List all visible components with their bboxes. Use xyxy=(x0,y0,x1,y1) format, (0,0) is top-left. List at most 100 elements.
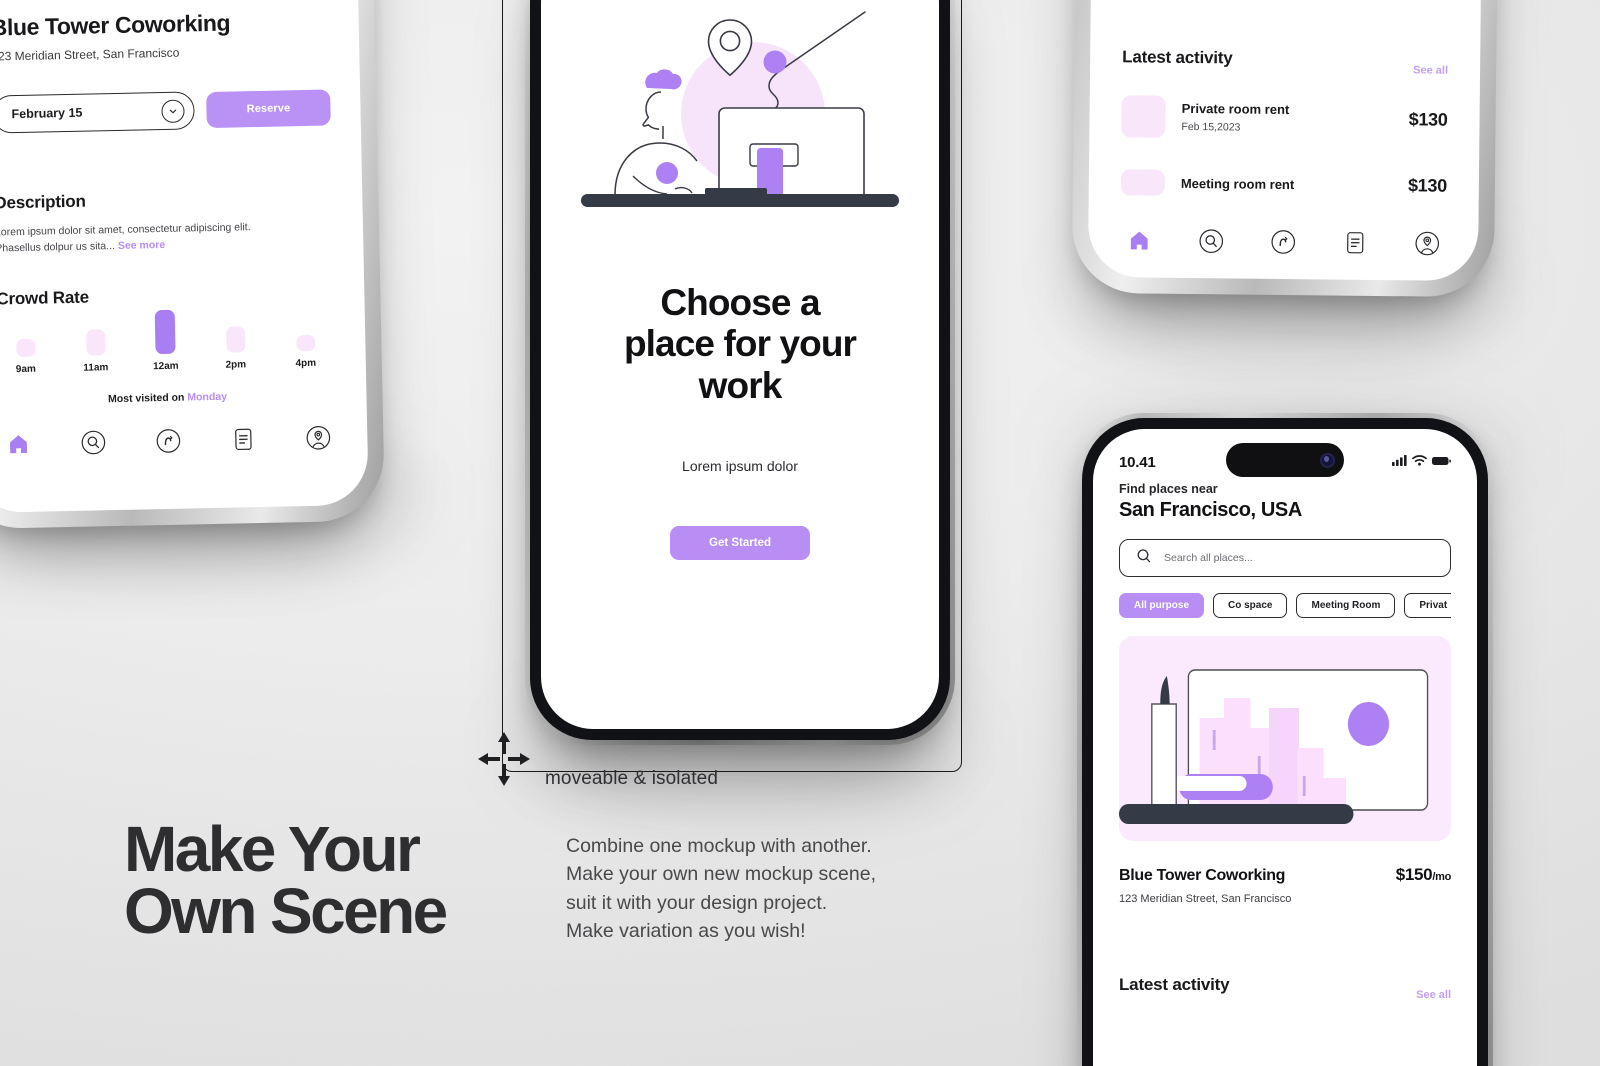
body-line-2: Make your own new mockup scene, xyxy=(566,863,876,886)
crowd-bar-label: 9am xyxy=(15,363,36,375)
venue-address: 123 Meridian Street, San Francisco xyxy=(0,45,180,64)
filter-chip-list: All purpose Co space Meeting Room Privat xyxy=(1119,593,1451,618)
booking-row: February 15 Reserve xyxy=(0,88,331,134)
description-text: Lorem ipsum dolor sit amet, consectetur … xyxy=(0,220,257,257)
phone-device-activity[interactable]: Latest activity See all Private room ren… xyxy=(1076,0,1496,293)
crowd-bar xyxy=(154,309,176,354)
search-icon xyxy=(1136,548,1152,569)
see-all-link[interactable]: See all xyxy=(1413,64,1448,76)
listing-address: 123 Meridian Street, San Francisco xyxy=(1119,893,1292,905)
onboarding-title-line3: work xyxy=(698,364,783,406)
filter-chip[interactable]: Meeting Room xyxy=(1296,593,1396,618)
activity-name: Meeting room rent xyxy=(1180,175,1295,192)
most-visited-note: Most visited on Monday xyxy=(0,388,337,407)
activity-price: $130 xyxy=(1408,108,1448,130)
phone-device-search[interactable]: 10.41 Find places near San Francisco, US… xyxy=(1077,413,1493,1066)
nav-route-icon[interactable] xyxy=(1268,227,1298,257)
nav-profile-icon[interactable] xyxy=(1412,228,1442,258)
page-headline: Make Your Own Scene xyxy=(124,813,544,943)
phone-device-onboarding[interactable]: Choose a place for your work Lorem ipsum… xyxy=(525,0,955,745)
front-camera-icon xyxy=(1320,452,1335,468)
listing-name: Blue Tower Coworking xyxy=(1119,867,1286,884)
current-city: San Francisco, USA xyxy=(1119,499,1302,521)
nav-search-icon[interactable] xyxy=(78,427,109,458)
find-places-label: Find places near xyxy=(1119,482,1218,496)
move-annotation-label: moveable & isolated xyxy=(545,768,719,789)
phone-screen-search: 10.41 Find places near San Francisco, US… xyxy=(1093,429,1477,1066)
crowd-bar xyxy=(295,334,316,351)
nav-profile-icon[interactable] xyxy=(303,422,334,453)
page-body-copy: Combine one mockup with another. Make yo… xyxy=(566,832,946,946)
nav-home-icon[interactable] xyxy=(3,428,34,459)
bottom-nav-bar xyxy=(1120,225,1446,258)
listing-header-row: Blue Tower Coworking $150/mo xyxy=(1119,865,1451,885)
nav-route-icon[interactable] xyxy=(153,425,184,456)
crowd-bar-label: 11am xyxy=(83,361,109,374)
body-line-4: Make variation as you wish! xyxy=(566,920,806,943)
onboarding-title-line2: place for your xyxy=(623,323,857,365)
cellular-signal-icon xyxy=(1392,453,1407,471)
activity-price: $130 xyxy=(1407,174,1447,196)
wifi-icon xyxy=(1412,453,1427,471)
search-placeholder: Search all places... xyxy=(1164,552,1253,564)
date-select[interactable]: February 15 xyxy=(0,91,195,134)
crowd-rate-chart: 9am 11am 12am 2pm 4pm xyxy=(0,309,336,375)
crowd-bar xyxy=(85,328,106,356)
listing-price: $150/mo xyxy=(1395,865,1452,885)
crowd-bar-label: 12am xyxy=(152,360,179,372)
page-title: Blue Tower Coworking xyxy=(0,9,231,41)
onboarding-title: Choose a place for your work xyxy=(590,282,890,406)
filter-chip[interactable]: All purpose xyxy=(1119,593,1205,618)
nav-home-icon[interactable] xyxy=(1124,225,1154,255)
reserve-button[interactable]: Reserve xyxy=(206,89,331,129)
battery-icon xyxy=(1432,453,1451,471)
see-all-link[interactable]: See all xyxy=(1416,989,1451,1001)
latest-activity-row: Latest activity See all xyxy=(1119,975,1451,1001)
activity-thumbnail xyxy=(1121,95,1166,138)
crowd-bar-label: 2pm xyxy=(225,358,247,371)
filter-chip[interactable]: Co space xyxy=(1213,593,1288,618)
phone-screen-activity: Latest activity See all Private room ren… xyxy=(1087,0,1485,282)
latest-activity-heading: Latest activity xyxy=(1119,975,1230,994)
move-arrows-icon[interactable] xyxy=(476,730,532,788)
body-line-3: suit it with your design project. xyxy=(566,891,828,914)
activity-row[interactable]: Meeting room rent $130 xyxy=(1120,169,1447,198)
headline-line-1: Make Your xyxy=(124,813,421,885)
get-started-button[interactable]: Get Started xyxy=(670,526,810,561)
listing-price-amount: $150 xyxy=(1395,865,1433,884)
latest-activity-heading: Latest activity xyxy=(1122,47,1233,68)
nav-document-icon[interactable] xyxy=(228,424,259,455)
phone-screen-onboarding: Choose a place for your work Lorem ipsum… xyxy=(541,0,939,729)
crowd-bar xyxy=(15,338,36,357)
most-visited-day: Monday xyxy=(187,390,228,404)
phone-device-detail[interactable]: Blue Tower Coworking 123 Meridian Street… xyxy=(0,0,381,525)
nav-document-icon[interactable] xyxy=(1340,228,1370,258)
search-input[interactable]: Search all places... xyxy=(1119,539,1451,577)
filter-chip[interactable]: Privat xyxy=(1404,593,1451,618)
onboarding-subtitle: Lorem ipsum dolor xyxy=(682,458,798,475)
crowd-bar-column: 4pm xyxy=(281,334,330,369)
phone-screen-detail: Blue Tower Coworking 123 Meridian Street… xyxy=(0,0,369,514)
crowd-rate-heading: Crowd Rate xyxy=(0,287,90,309)
listing-price-unit: /mo xyxy=(1432,871,1451,883)
bottom-nav-bar xyxy=(0,422,338,459)
dynamic-island xyxy=(1226,443,1344,477)
crowd-bar-column: 11am xyxy=(71,328,120,373)
activity-thumbnail xyxy=(1120,169,1166,196)
activity-row[interactable]: Private room rent Feb 15,2023 $130 xyxy=(1121,95,1448,140)
onboarding-illustration xyxy=(575,0,905,226)
listing-image[interactable] xyxy=(1119,636,1451,841)
crowd-bar-column: 9am xyxy=(1,338,50,375)
body-line-1: Combine one mockup with another. xyxy=(566,835,872,857)
activity-name: Private room rent xyxy=(1181,100,1290,118)
status-time: 10.41 xyxy=(1119,453,1156,471)
most-visited-prefix: Most visited on xyxy=(107,391,188,405)
nav-search-icon[interactable] xyxy=(1196,226,1226,256)
description-heading: Description xyxy=(0,191,86,213)
status-bar: 10.41 xyxy=(1119,443,1451,477)
see-more-link[interactable]: See more xyxy=(118,239,166,252)
crowd-bar xyxy=(225,325,246,353)
crowd-bar-column: 12am xyxy=(141,309,190,372)
chevron-down-icon[interactable] xyxy=(161,99,185,123)
crowd-bar-column: 2pm xyxy=(211,325,260,371)
